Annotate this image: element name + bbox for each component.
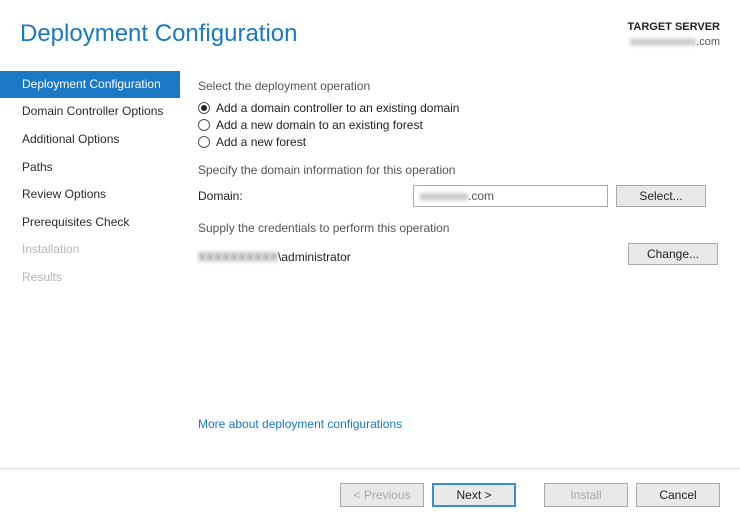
step-review-options[interactable]: Review Options <box>0 181 180 209</box>
radio-icon <box>198 119 210 131</box>
radio-add-dc-existing-domain[interactable]: Add a domain controller to an existing d… <box>198 101 720 115</box>
target-server-host: xxxxxxxxxxxx.com <box>628 35 721 50</box>
credentials-value: XXXXXXXXXX\administrator <box>198 250 351 264</box>
step-domain-controller-options[interactable]: Domain Controller Options <box>0 98 180 126</box>
select-domain-button[interactable]: Select... <box>616 185 706 207</box>
step-installation: Installation <box>0 236 180 264</box>
target-server-label: TARGET SERVER <box>628 20 721 35</box>
radio-icon <box>198 102 210 114</box>
step-paths[interactable]: Paths <box>0 154 180 182</box>
step-prerequisites-check[interactable]: Prerequisites Check <box>0 209 180 237</box>
domain-input[interactable]: xxxxxxxx.com <box>413 185 608 207</box>
radio-label: Add a new domain to an existing forest <box>216 118 423 132</box>
step-results: Results <box>0 264 180 292</box>
wizard-footer: < Previous Next > Install Cancel <box>0 468 740 521</box>
domain-field-label: Domain: <box>198 189 413 203</box>
content-pane: Select the deployment operation Add a do… <box>180 61 740 441</box>
wizard-steps-sidebar: Deployment Configuration Domain Controll… <box>0 61 180 441</box>
install-button[interactable]: Install <box>544 483 628 507</box>
change-credentials-button[interactable]: Change... <box>628 243 718 265</box>
previous-button[interactable]: < Previous <box>340 483 424 507</box>
radio-add-domain-existing-forest[interactable]: Add a new domain to an existing forest <box>198 118 720 132</box>
select-operation-label: Select the deployment operation <box>198 79 720 93</box>
step-additional-options[interactable]: Additional Options <box>0 126 180 154</box>
credentials-label: Supply the credentials to perform this o… <box>198 221 720 235</box>
domain-info-label: Specify the domain information for this … <box>198 163 720 177</box>
step-deployment-configuration[interactable]: Deployment Configuration <box>0 71 180 99</box>
page-title: Deployment Configuration <box>20 20 298 48</box>
more-about-link[interactable]: More about deployment configurations <box>198 417 402 431</box>
next-button[interactable]: Next > <box>432 483 516 507</box>
radio-label: Add a new forest <box>216 135 306 149</box>
radio-icon <box>198 136 210 148</box>
cancel-button[interactable]: Cancel <box>636 483 720 507</box>
radio-add-new-forest[interactable]: Add a new forest <box>198 135 720 149</box>
target-server-block: TARGET SERVER xxxxxxxxxxxx.com <box>628 20 721 51</box>
radio-label: Add a domain controller to an existing d… <box>216 101 459 115</box>
